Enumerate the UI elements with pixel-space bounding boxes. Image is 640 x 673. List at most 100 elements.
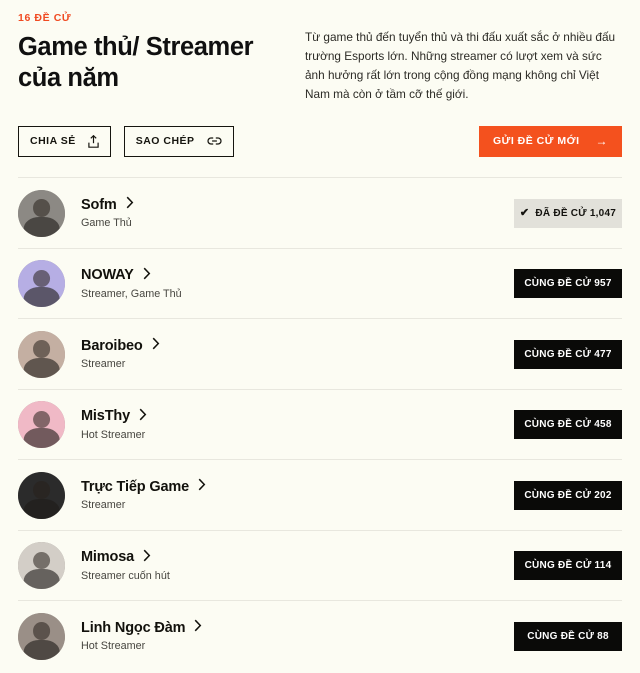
action-bar: CHIA SẺ SAO CHÉP GỬI ĐỀ CỬ MỚI → (0, 125, 640, 157)
avatar-head-shape (32, 199, 51, 217)
nominee-row[interactable]: MisThy Hot Streamer CÙNG ĐỀ CỬ 458 (18, 388, 622, 460)
avatar-body-shape (23, 287, 60, 308)
nominee-info: Baroibeo Streamer (65, 337, 509, 371)
nominee-name: Linh Ngọc Đàm (81, 619, 186, 636)
nominee-name: Mimosa (81, 549, 135, 566)
vote-button[interactable]: CÙNG ĐỀ CỬ 202 (514, 480, 622, 510)
nominee-row[interactable]: Linh Ngọc Đàm Hot Streamer CÙNG ĐỀ CỬ 88 (18, 600, 622, 671)
nominee-row[interactable]: Baroibeo Streamer CÙNG ĐỀ CỬ 477 (18, 318, 622, 389)
share-button-label: CHIA SẺ (30, 135, 76, 148)
avatar-body-shape (23, 216, 60, 237)
avatar-head-shape (32, 622, 51, 640)
vote-button-label: CÙNG ĐỀ CỬ 957 (524, 278, 612, 290)
nominee-row[interactable]: Mimosa Streamer cuốn hút CÙNG ĐỀ CỬ 114 (18, 529, 622, 601)
nominee-role: Streamer (81, 499, 126, 512)
page-title: Game thủ/ Streamer của năm (18, 32, 254, 92)
arrow-right-icon: → (595, 134, 608, 149)
nomination-count-label: 16 ĐỀ CỬ (18, 12, 72, 24)
copy-link-button[interactable]: SAO CHÉP (123, 125, 234, 157)
header-title-block: 16 ĐỀ CỬ Game thủ/ Streamer của năm (18, 12, 280, 104)
nominee-info: Trực Tiếp Game Streamer (65, 478, 509, 512)
nominee-info: NOWAY Streamer, Game Thủ (65, 267, 509, 301)
vote-button[interactable]: CÙNG ĐỀ CỬ 957 (514, 269, 622, 299)
nominee-list: Sofm Game Thủ ✔ ĐÃ ĐỀ CỬ 1,047 NOWAY Str… (0, 177, 640, 671)
nominee-info: Sofm Game Thủ (65, 196, 509, 230)
nominee-role: Game Thủ (81, 217, 132, 230)
avatar (18, 189, 65, 237)
avatar-body-shape (23, 639, 60, 660)
nomination-page: 16 ĐỀ CỬ Game thủ/ Streamer của năm Từ g… (0, 0, 640, 673)
nominee-name-line[interactable]: MisThy (81, 408, 509, 426)
submit-nomination-button[interactable]: GỬI ĐỀ CỬ MỚI → (478, 125, 622, 157)
nominee-info: MisThy Hot Streamer (65, 408, 509, 442)
avatar-body-shape (23, 569, 60, 590)
avatar-head-shape (32, 269, 51, 288)
nominee-role: Streamer, Game Thủ (81, 287, 182, 300)
nominee-name-line[interactable]: Linh Ngọc Đàm (81, 619, 509, 637)
avatar-head-shape (32, 481, 51, 499)
avatar (18, 471, 65, 519)
chevron-right-icon (143, 267, 151, 285)
vote-button-label: ĐÃ ĐỀ CỬ 1,047 (535, 207, 617, 219)
nominee-name-line[interactable]: Sofm (81, 196, 509, 214)
vote-button-wrap: CÙNG ĐỀ CỬ 477 (509, 339, 622, 369)
vote-button-wrap: CÙNG ĐỀ CỬ 202 (509, 480, 622, 510)
avatar-body-shape (23, 357, 60, 378)
nominee-name: NOWAY (81, 267, 134, 284)
avatar-head-shape (32, 410, 51, 429)
share-upload-icon (88, 134, 99, 148)
page-description: Từ game thủ đến tuyển thủ và thi đấu xuấ… (305, 30, 616, 102)
nominee-role: Streamer cuốn hút (81, 569, 170, 582)
vote-button[interactable]: CÙNG ĐỀ CỬ 477 (514, 339, 622, 369)
nominee-name: Baroibeo (81, 337, 143, 354)
vote-button-wrap: CÙNG ĐỀ CỬ 458 (509, 410, 622, 440)
nominee-role: Hot Streamer (81, 640, 146, 653)
vote-button[interactable]: ✔ ĐÃ ĐỀ CỬ 1,047 (514, 198, 622, 228)
avatar (18, 401, 65, 449)
nominee-row[interactable]: Trực Tiếp Game Streamer CÙNG ĐỀ CỬ 202 (18, 459, 622, 530)
avatar-body-shape (23, 428, 60, 449)
vote-button-wrap: CÙNG ĐỀ CỬ 114 (509, 551, 622, 581)
vote-button-label: CÙNG ĐỀ CỬ 477 (524, 348, 612, 360)
submit-nomination-label: GỬI ĐỀ CỬ MỚI (492, 135, 580, 148)
header-description-block: Từ game thủ đến tuyển thủ và thi đấu xuấ… (280, 12, 622, 104)
nominee-name-line[interactable]: Baroibeo (81, 337, 509, 355)
avatar (18, 260, 65, 308)
chevron-right-icon (143, 549, 151, 567)
nominee-row[interactable]: NOWAY Streamer, Game Thủ CÙNG ĐỀ CỬ 957 (18, 247, 622, 319)
avatar-head-shape (32, 340, 51, 358)
nominee-name: MisThy (81, 408, 131, 425)
vote-button-wrap: CÙNG ĐỀ CỬ 957 (509, 269, 622, 299)
link-icon (206, 135, 222, 148)
vote-button[interactable]: CÙNG ĐỀ CỬ 88 (514, 621, 622, 651)
avatar (18, 542, 65, 590)
avatar (18, 612, 65, 660)
vote-button-label: CÙNG ĐỀ CỬ 202 (524, 489, 612, 501)
nominee-row[interactable]: Sofm Game Thủ ✔ ĐÃ ĐỀ CỬ 1,047 (18, 177, 622, 248)
chevron-right-icon (198, 478, 206, 496)
nominee-role: Streamer (81, 358, 126, 371)
nominee-name: Trực Tiếp Game (81, 478, 190, 495)
nominee-name-line[interactable]: NOWAY (81, 267, 509, 285)
nominee-name: Sofm (81, 196, 117, 213)
vote-button-wrap: ✔ ĐÃ ĐỀ CỬ 1,047 (509, 198, 622, 228)
avatar-body-shape (23, 498, 60, 519)
share-button[interactable]: CHIA SẺ (18, 125, 111, 157)
vote-button-label: CÙNG ĐỀ CỬ 458 (524, 419, 612, 431)
check-icon: ✔ (519, 206, 530, 219)
vote-button-label: CÙNG ĐỀ CỬ 88 (527, 630, 609, 642)
chevron-right-icon (152, 337, 160, 355)
avatar-head-shape (32, 551, 51, 570)
avatar (18, 330, 65, 378)
nominee-name-line[interactable]: Trực Tiếp Game (81, 478, 509, 496)
vote-button[interactable]: CÙNG ĐỀ CỬ 458 (514, 410, 622, 440)
page-header: 16 ĐỀ CỬ Game thủ/ Streamer của năm Từ g… (0, 0, 640, 104)
nominee-name-line[interactable]: Mimosa (81, 549, 509, 567)
nominee-role: Hot Streamer (81, 428, 146, 441)
vote-button[interactable]: CÙNG ĐỀ CỬ 114 (514, 551, 622, 581)
nominee-info: Mimosa Streamer cuốn hút (65, 549, 509, 583)
chevron-right-icon (139, 408, 147, 426)
chevron-right-icon (126, 196, 134, 214)
nominee-info: Linh Ngọc Đàm Hot Streamer (65, 619, 509, 653)
chevron-right-icon (194, 619, 202, 637)
